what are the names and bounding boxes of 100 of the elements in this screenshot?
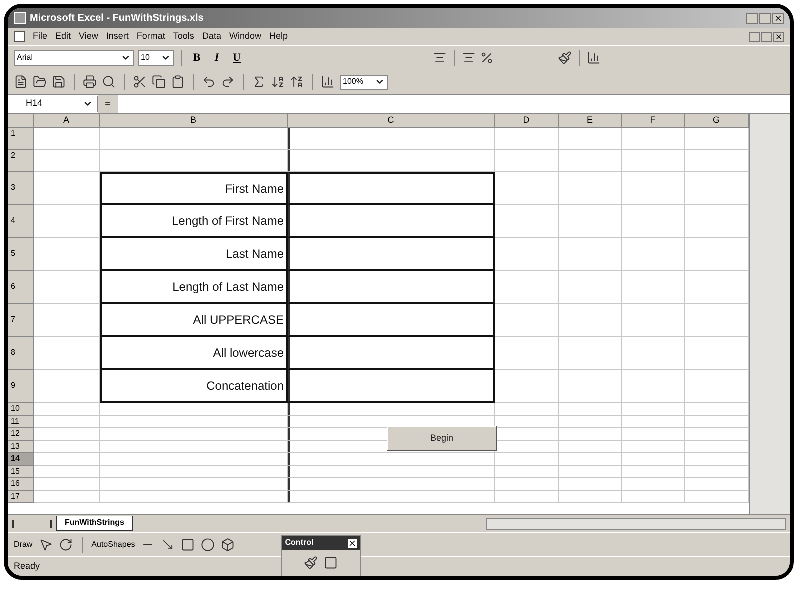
sheet-cell — [495, 337, 559, 370]
close-icon[interactable] — [348, 538, 358, 548]
3d-icon[interactable] — [221, 538, 236, 552]
menu-item[interactable]: Edit — [56, 30, 72, 44]
percent-icon[interactable] — [480, 51, 494, 65]
column-header[interactable]: E — [559, 114, 622, 128]
column-header[interactable]: B — [100, 114, 288, 128]
style-button[interactable]: B — [189, 50, 205, 66]
redo-icon[interactable] — [221, 75, 235, 89]
new-file-icon[interactable] — [14, 75, 28, 89]
minimize-button[interactable] — [746, 12, 758, 24]
sheet-cell — [622, 205, 685, 238]
undo-icon[interactable] — [202, 75, 216, 89]
sheet-cell: All UPPERCASE — [100, 304, 288, 337]
sheet-tab[interactable]: FunWithStrings — [56, 516, 134, 531]
menu-item[interactable]: Tools — [173, 30, 194, 44]
horizontal-scrollbar[interactable] — [486, 518, 786, 530]
sheet-cell — [34, 490, 100, 503]
sort-descending-icon[interactable] — [290, 75, 304, 89]
menu-item[interactable]: Format — [136, 30, 166, 44]
vertical-scrollbar[interactable] — [749, 114, 790, 514]
row-header[interactable]: 8 — [8, 337, 34, 370]
cut-icon[interactable] — [133, 75, 147, 89]
menu-item[interactable]: File — [33, 30, 48, 44]
menu-item[interactable]: Help — [269, 30, 288, 44]
rotate-icon[interactable] — [58, 538, 73, 552]
sheet-cell — [559, 466, 622, 478]
row-header[interactable]: 11 — [8, 416, 34, 428]
row-header[interactable]: 5 — [8, 238, 34, 271]
minimize-button[interactable] — [749, 32, 760, 42]
sheet-cell — [495, 466, 559, 478]
sum-icon[interactable] — [252, 75, 266, 89]
row-header[interactable]: 15 — [8, 466, 34, 478]
font-name: Arial — [17, 52, 34, 64]
column-header[interactable]: F — [622, 114, 685, 128]
open-icon[interactable] — [33, 75, 47, 89]
sheet-cell — [495, 304, 559, 337]
caret-icon[interactable] — [83, 99, 93, 109]
font-field[interactable]: Arial — [14, 50, 134, 66]
sheet-cell — [34, 478, 100, 490]
row-header[interactable]: 14 — [8, 453, 34, 466]
save-icon[interactable] — [52, 75, 66, 89]
formula-equals[interactable]: = — [98, 95, 118, 113]
sheet-cell: Concatenation — [100, 370, 288, 403]
sheet-cell — [34, 466, 100, 478]
sheet-cell — [495, 403, 559, 416]
row-header[interactable]: 9 — [8, 370, 34, 403]
row-header[interactable]: 16 — [8, 478, 34, 490]
autoshapes-menu[interactable]: AutoShapes — [92, 538, 136, 550]
sheet-cell — [34, 453, 100, 466]
tab-navigation-icon[interactable] — [12, 520, 52, 528]
sheet-cell — [34, 304, 100, 337]
rectangle-icon[interactable] — [181, 538, 196, 552]
font-size-field[interactable]: 10 — [138, 50, 174, 66]
row-header[interactable]: 7 — [8, 304, 34, 337]
row-header[interactable]: 1 — [8, 128, 34, 150]
row-header[interactable]: 13 — [8, 440, 34, 453]
sheet-cell — [559, 205, 622, 238]
sheet-cell — [559, 440, 622, 453]
column-header[interactable]: G — [685, 114, 749, 128]
caret-icon[interactable] — [161, 53, 171, 63]
sheet-cell — [622, 490, 685, 503]
row-header[interactable]: 12 — [8, 428, 34, 440]
row-header[interactable]: 6 — [8, 271, 34, 304]
sheet-cell — [495, 478, 559, 490]
column-header[interactable]: A — [34, 114, 100, 128]
column-header[interactable]: D — [495, 114, 559, 128]
paste-icon[interactable] — [171, 75, 185, 89]
chart-icon[interactable] — [587, 51, 601, 65]
caret-icon[interactable] — [121, 53, 131, 63]
app-icon — [14, 12, 26, 24]
preview-icon[interactable] — [102, 75, 116, 89]
row-header[interactable]: 2 — [8, 150, 34, 172]
sheet-cell: Length of Last Name — [100, 271, 288, 304]
style-button[interactable]: I — [209, 50, 225, 66]
oval-icon[interactable] — [201, 538, 216, 552]
copy-icon[interactable] — [152, 75, 166, 89]
row-header[interactable]: 4 — [8, 205, 34, 238]
draw-menu[interactable]: Draw — [14, 538, 33, 550]
menu-item[interactable]: Window — [229, 30, 262, 44]
column-header[interactable]: C — [288, 114, 495, 128]
row-header[interactable]: 3 — [8, 172, 34, 205]
row-header[interactable]: 10 — [8, 403, 34, 416]
menu-item[interactable]: Insert — [106, 30, 129, 44]
row-header[interactable]: 17 — [8, 490, 34, 503]
print-icon[interactable] — [83, 75, 97, 89]
menu-item[interactable]: View — [79, 30, 98, 44]
sheet-cell — [559, 416, 622, 428]
align-icon[interactable] — [462, 51, 476, 65]
sheet-cell: All lowercase — [100, 337, 288, 370]
begin-button[interactable]: Begin — [387, 426, 497, 451]
zoom-field[interactable]: 100% — [340, 74, 388, 90]
arrow-icon[interactable] — [161, 538, 176, 552]
caret-icon[interactable] — [375, 77, 385, 87]
sort-ascending-icon[interactable] — [271, 75, 285, 89]
pointer-icon[interactable] — [38, 538, 53, 552]
style-button[interactable]: U — [229, 50, 245, 66]
chart-icon[interactable] — [321, 75, 335, 89]
sheet-cell — [34, 428, 100, 440]
menu-item[interactable]: Data — [202, 30, 222, 44]
